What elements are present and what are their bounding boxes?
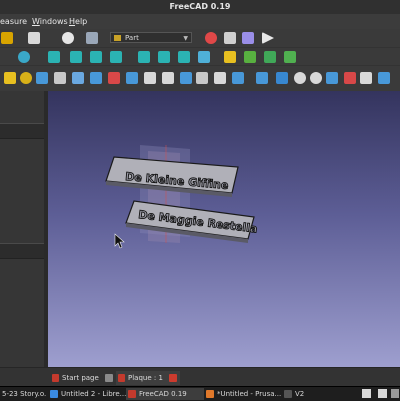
link-icon[interactable] bbox=[264, 51, 276, 63]
menu-help[interactable]: Help bbox=[69, 14, 87, 29]
taskbar-label: Untitled 2 - Libre... bbox=[61, 390, 127, 398]
taskbar-label: *Untitled - Prusa... bbox=[217, 390, 282, 398]
extrude-icon[interactable] bbox=[144, 72, 156, 84]
workbench-selector[interactable]: Part ▼ bbox=[110, 32, 192, 43]
macros-icon[interactable] bbox=[242, 32, 254, 44]
tray-icon[interactable] bbox=[378, 389, 387, 398]
join-features-icon[interactable] bbox=[326, 72, 338, 84]
libreoffice-icon bbox=[50, 390, 58, 398]
combo-view-panel bbox=[0, 91, 44, 367]
freecad-icon bbox=[118, 374, 125, 382]
workbench-label: Part bbox=[125, 34, 139, 42]
link-sub-icon[interactable] bbox=[284, 51, 296, 63]
menu-measure[interactable]: easure bbox=[0, 14, 27, 29]
left-view-icon[interactable] bbox=[178, 51, 190, 63]
close-icon[interactable] bbox=[169, 374, 178, 382]
taskbar-item-libreoffice[interactable]: Untitled 2 - Libre... bbox=[48, 388, 132, 400]
tube-icon[interactable] bbox=[90, 72, 102, 84]
part-icon[interactable] bbox=[224, 51, 236, 63]
bottom-view-icon[interactable] bbox=[158, 51, 170, 63]
property-view-header[interactable] bbox=[0, 243, 44, 259]
menu-windows[interactable]: Windows bbox=[32, 14, 68, 29]
tab-label: Plaque : 1 bbox=[128, 374, 163, 382]
boolean-icon[interactable] bbox=[256, 72, 268, 84]
fit-all-icon[interactable] bbox=[18, 51, 30, 63]
split-features-icon[interactable] bbox=[344, 72, 356, 84]
combo-view-header[interactable] bbox=[0, 123, 44, 139]
part-toolbar bbox=[0, 65, 400, 92]
chevron-down-icon: ▼ bbox=[183, 35, 188, 42]
mouse-cursor bbox=[114, 233, 125, 249]
right-view-icon[interactable] bbox=[110, 51, 122, 63]
mirror-icon[interactable] bbox=[180, 72, 192, 84]
taskbar-label: FreeCAD 0.19 bbox=[139, 390, 187, 398]
execute-macro-icon[interactable] bbox=[262, 32, 274, 44]
cylinder-icon[interactable] bbox=[36, 72, 48, 84]
revolve-icon[interactable] bbox=[162, 72, 174, 84]
record-macro-icon[interactable] bbox=[205, 32, 217, 44]
group-icon[interactable] bbox=[244, 51, 256, 63]
freecad-icon bbox=[128, 390, 136, 398]
taskbar-item-v2[interactable]: V2 bbox=[282, 388, 342, 400]
document-tab-bar: Start page Plaque : 1 bbox=[0, 367, 400, 387]
freecad-icon bbox=[52, 374, 59, 382]
view-toolbar bbox=[0, 47, 400, 66]
taskbar-item-story[interactable]: 5-23 Story.o... bbox=[0, 388, 46, 400]
fillet-icon[interactable] bbox=[196, 72, 208, 84]
undo-icon[interactable] bbox=[1, 32, 13, 44]
tab-start-page[interactable]: Start page bbox=[50, 371, 114, 385]
tab-label: Start page bbox=[62, 374, 99, 382]
close-icon[interactable] bbox=[105, 374, 114, 382]
isometric-view-icon[interactable] bbox=[48, 51, 60, 63]
cube-icon[interactable] bbox=[4, 72, 16, 84]
3d-viewport[interactable]: De Kleine Giffine De Maggie Restella bbox=[48, 91, 400, 367]
3d-scene: De Kleine Giffine De Maggie Restella bbox=[105, 145, 259, 249]
tray-icon-2[interactable] bbox=[391, 389, 399, 398]
shape-builder-icon[interactable] bbox=[126, 72, 138, 84]
chamfer-icon[interactable] bbox=[214, 72, 226, 84]
common-icon[interactable] bbox=[310, 72, 322, 84]
check-geometry-icon[interactable] bbox=[360, 72, 372, 84]
front-view-icon[interactable] bbox=[70, 51, 82, 63]
cut-icon[interactable] bbox=[276, 72, 288, 84]
window-title: FreeCAD 0.19 bbox=[0, 0, 400, 14]
section-icon[interactable] bbox=[378, 72, 390, 84]
measure-icon[interactable] bbox=[198, 51, 210, 63]
torus-icon[interactable] bbox=[72, 72, 84, 84]
cone-icon[interactable] bbox=[54, 72, 66, 84]
window-icon bbox=[284, 390, 292, 398]
main-toolbar: Part ▼ bbox=[0, 29, 400, 47]
prusaslicer-icon bbox=[206, 390, 214, 398]
menu-bar: easure Windows Help bbox=[0, 14, 400, 29]
fuse-icon[interactable] bbox=[294, 72, 306, 84]
refresh-icon[interactable] bbox=[62, 32, 74, 44]
os-taskbar: 5-23 Story.o... Untitled 2 - Libre... Fr… bbox=[0, 386, 400, 401]
taskbar-item-freecad[interactable]: FreeCAD 0.19 bbox=[126, 388, 204, 400]
sphere-icon[interactable] bbox=[20, 72, 32, 84]
taskbar-item-prusaslicer[interactable]: *Untitled - Prusa... bbox=[204, 388, 290, 400]
taskbar-label: V2 bbox=[295, 390, 305, 398]
rear-view-icon[interactable] bbox=[138, 51, 150, 63]
taskbar-label: 5-23 Story.o... bbox=[2, 390, 46, 398]
tab-plaque[interactable]: Plaque : 1 bbox=[116, 371, 180, 385]
printer-icon[interactable] bbox=[362, 389, 371, 398]
whats-this-icon[interactable] bbox=[86, 32, 98, 44]
top-view-icon[interactable] bbox=[90, 51, 102, 63]
redo-icon[interactable] bbox=[28, 32, 40, 44]
stop-macro-icon[interactable] bbox=[224, 32, 236, 44]
make-face-icon[interactable] bbox=[232, 72, 244, 84]
primitives-icon[interactable] bbox=[108, 72, 120, 84]
part-workbench-icon bbox=[114, 35, 121, 41]
